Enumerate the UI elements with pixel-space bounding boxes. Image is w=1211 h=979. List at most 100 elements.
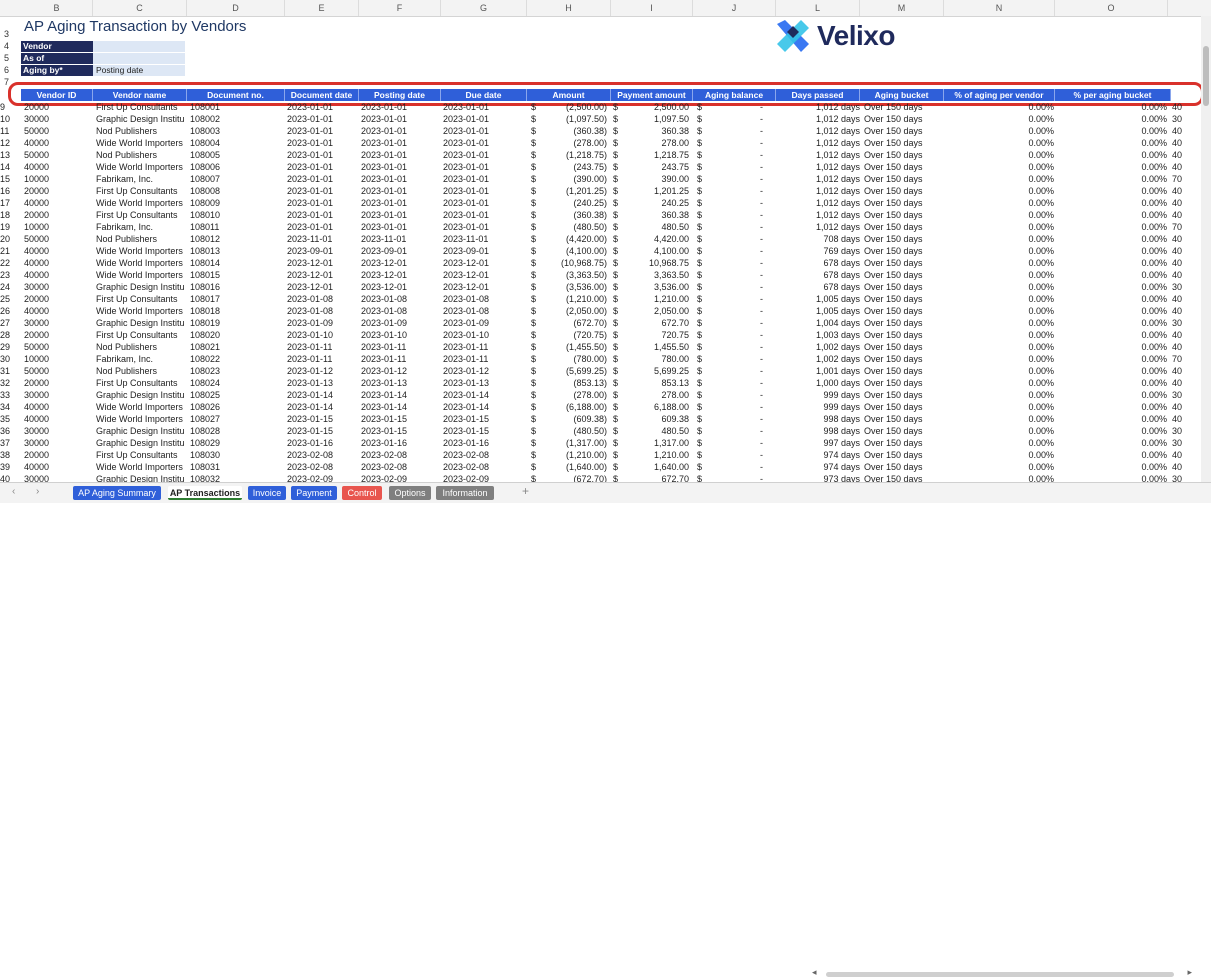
- currency-symbol[interactable]: $: [613, 329, 623, 341]
- currency-symbol[interactable]: $: [697, 149, 707, 161]
- document-no-cell[interactable]: 108023: [190, 365, 270, 377]
- document-no-cell[interactable]: 108005: [190, 149, 270, 161]
- pct-aging-bucket-cell[interactable]: 0.00%: [1055, 305, 1167, 317]
- vendor-id-cell[interactable]: 20000: [24, 293, 92, 305]
- due-date-cell[interactable]: 2023-01-15: [443, 425, 523, 437]
- document-no-cell[interactable]: 108003: [190, 125, 270, 137]
- prev-sheet-icon[interactable]: ‹: [12, 486, 15, 497]
- currency-symbol[interactable]: $: [531, 185, 541, 197]
- column-letter[interactable]: G: [441, 0, 527, 16]
- document-date-cell[interactable]: 2023-01-15: [287, 413, 359, 425]
- due-date-cell[interactable]: 2023-01-01: [443, 221, 523, 233]
- due-date-cell[interactable]: 2023-12-01: [443, 269, 523, 281]
- pct-aging-bucket-cell[interactable]: 0.00%: [1055, 101, 1167, 113]
- due-date-cell[interactable]: 2023-01-11: [443, 353, 523, 365]
- posting-date-cell[interactable]: 2023-01-13: [361, 377, 433, 389]
- vendor-id-cell[interactable]: 40000: [24, 401, 92, 413]
- pct-aging-vendor-cell[interactable]: 0.00%: [944, 185, 1054, 197]
- aging-balance-cell[interactable]: -: [707, 173, 763, 185]
- currency-symbol[interactable]: $: [697, 269, 707, 281]
- vendor-id-cell[interactable]: 40000: [24, 257, 92, 269]
- due-date-cell[interactable]: 2023-01-16: [443, 437, 523, 449]
- amount-cell[interactable]: (243.75): [541, 161, 607, 173]
- aging-bucket-cell[interactable]: Over 150 days: [864, 305, 944, 317]
- row-number[interactable]: 33: [0, 389, 20, 401]
- aging-bucket-cell[interactable]: Over 150 days: [864, 269, 944, 281]
- row-number[interactable]: 10: [0, 113, 20, 125]
- row-number[interactable]: 26: [0, 305, 20, 317]
- row-number[interactable]: 13: [0, 149, 20, 161]
- currency-symbol[interactable]: $: [697, 437, 707, 449]
- vendor-id-cell[interactable]: 20000: [24, 185, 92, 197]
- document-date-cell[interactable]: 2023-01-01: [287, 125, 359, 137]
- aging-bucket-cell[interactable]: Over 150 days: [864, 317, 944, 329]
- days-passed-cell[interactable]: 1,012 days: [776, 209, 860, 221]
- pct-aging-vendor-cell[interactable]: 0.00%: [944, 209, 1054, 221]
- currency-symbol[interactable]: $: [697, 197, 707, 209]
- vendor-name-cell[interactable]: Wide World Importers: [96, 245, 188, 257]
- extra-cell[interactable]: 40: [1172, 149, 1192, 161]
- extra-cell[interactable]: 40: [1172, 449, 1192, 461]
- extra-cell[interactable]: 40: [1172, 401, 1192, 413]
- currency-symbol[interactable]: $: [613, 305, 623, 317]
- param-value-0[interactable]: [93, 41, 185, 52]
- document-no-cell[interactable]: 108027: [190, 413, 270, 425]
- posting-date-cell[interactable]: 2023-01-01: [361, 125, 433, 137]
- pct-aging-vendor-cell[interactable]: 0.00%: [944, 341, 1054, 353]
- document-no-cell[interactable]: 108018: [190, 305, 270, 317]
- vertical-scrollbar[interactable]: [1201, 16, 1211, 482]
- payment-amount-cell[interactable]: 10,968.75: [623, 257, 689, 269]
- row-number[interactable]: 35: [0, 413, 20, 425]
- amount-cell[interactable]: (780.00): [541, 353, 607, 365]
- pct-aging-bucket-cell[interactable]: 0.00%: [1055, 125, 1167, 137]
- vendor-name-cell[interactable]: Wide World Importers: [96, 401, 188, 413]
- sheet-tab[interactable]: Options: [389, 486, 431, 500]
- scroll-left-icon[interactable]: ◂: [812, 967, 817, 978]
- aging-bucket-cell[interactable]: Over 150 days: [864, 221, 944, 233]
- pct-aging-vendor-cell[interactable]: 0.00%: [944, 461, 1054, 473]
- currency-symbol[interactable]: $: [613, 449, 623, 461]
- aging-balance-cell[interactable]: -: [707, 317, 763, 329]
- pct-aging-vendor-cell[interactable]: 0.00%: [944, 245, 1054, 257]
- vendor-id-cell[interactable]: 40000: [24, 413, 92, 425]
- currency-symbol[interactable]: $: [613, 233, 623, 245]
- document-no-cell[interactable]: 108013: [190, 245, 270, 257]
- row-number[interactable]: 15: [0, 173, 20, 185]
- pct-aging-bucket-cell[interactable]: 0.00%: [1055, 221, 1167, 233]
- pct-aging-vendor-cell[interactable]: 0.00%: [944, 425, 1054, 437]
- vendor-name-cell[interactable]: Wide World Importers: [96, 413, 188, 425]
- extra-cell[interactable]: 40: [1172, 257, 1192, 269]
- aging-balance-cell[interactable]: -: [707, 245, 763, 257]
- document-date-cell[interactable]: 2023-01-01: [287, 221, 359, 233]
- aging-balance-cell[interactable]: -: [707, 221, 763, 233]
- pct-aging-bucket-cell[interactable]: 0.00%: [1055, 437, 1167, 449]
- column-letter[interactable]: H: [527, 0, 611, 16]
- document-date-cell[interactable]: 2023-01-08: [287, 305, 359, 317]
- payment-amount-cell[interactable]: 243.75: [623, 161, 689, 173]
- extra-cell[interactable]: 70: [1172, 173, 1192, 185]
- pct-aging-vendor-cell[interactable]: 0.00%: [944, 329, 1054, 341]
- pct-aging-vendor-cell[interactable]: 0.00%: [944, 221, 1054, 233]
- payment-amount-cell[interactable]: 1,210.00: [623, 449, 689, 461]
- amount-cell[interactable]: (720.75): [541, 329, 607, 341]
- extra-cell[interactable]: 40: [1172, 293, 1192, 305]
- column-letter[interactable]: J: [693, 0, 776, 16]
- currency-symbol[interactable]: $: [613, 185, 623, 197]
- aging-balance-cell[interactable]: -: [707, 149, 763, 161]
- days-passed-cell[interactable]: 1,012 days: [776, 197, 860, 209]
- days-passed-cell[interactable]: 1,000 days: [776, 377, 860, 389]
- pct-aging-bucket-cell[interactable]: 0.00%: [1055, 341, 1167, 353]
- document-date-cell[interactable]: 2023-12-01: [287, 257, 359, 269]
- column-letter[interactable]: I: [611, 0, 693, 16]
- due-date-cell[interactable]: 2023-01-01: [443, 185, 523, 197]
- row-number[interactable]: 14: [0, 161, 20, 173]
- due-date-cell[interactable]: 2023-12-01: [443, 257, 523, 269]
- due-date-cell[interactable]: 2023-01-10: [443, 329, 523, 341]
- payment-amount-cell[interactable]: 3,536.00: [623, 281, 689, 293]
- posting-date-cell[interactable]: 2023-02-08: [361, 449, 433, 461]
- extra-cell[interactable]: 40: [1172, 461, 1192, 473]
- currency-symbol[interactable]: $: [531, 149, 541, 161]
- currency-symbol[interactable]: $: [613, 245, 623, 257]
- amount-cell[interactable]: (2,500.00): [541, 101, 607, 113]
- extra-cell[interactable]: 30: [1172, 437, 1192, 449]
